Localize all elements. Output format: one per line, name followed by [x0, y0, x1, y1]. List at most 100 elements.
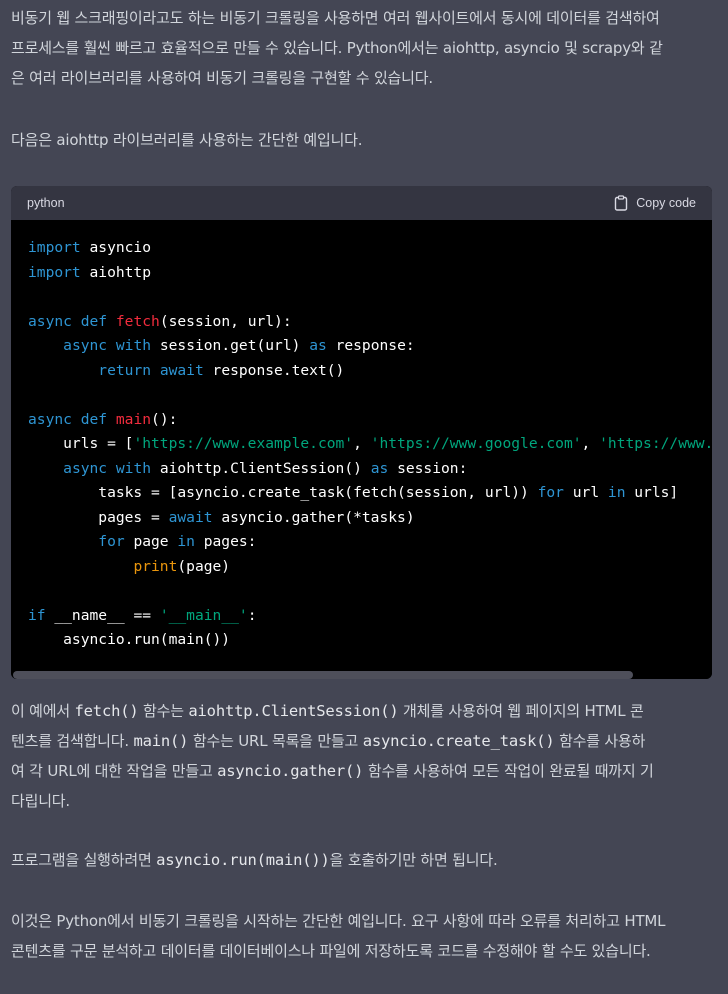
code-token: response:: [326, 337, 415, 354]
code-token: aiohttp.ClientSession(): [151, 459, 371, 477]
code-language-label: python: [27, 196, 65, 210]
intro-line: 비동기 웹 스크래핑이라고도 하는 비동기 크롤링을 사용하면 여러 웹사이트에…: [11, 9, 660, 27]
code-scrollbar-thumb[interactable]: [13, 671, 633, 679]
code-token: aiohttp: [80, 263, 152, 281]
code-header: python Copy code: [11, 186, 712, 220]
code-line: async with aiohttp.ClientSession() as se…: [28, 457, 467, 481]
code-token: session:: [388, 459, 468, 477]
code-token: fetch: [115, 312, 160, 330]
code-token: pages =: [28, 508, 169, 526]
code-line: urls = ['https://www.example.com', 'http…: [28, 432, 712, 456]
text-segment: 다립니다.: [11, 792, 70, 810]
inline-code: asyncio.create_task(): [362, 732, 555, 750]
code-token: def: [80, 312, 108, 330]
code-line: async with session.get(url) as response:: [28, 334, 415, 358]
closing-line: 이것은 Python에서 비동기 크롤링을 시작하는 간단한 예입니다. 요구 …: [11, 912, 666, 930]
text-segment: 텐츠를 검색합니다.: [11, 732, 134, 750]
code-token: page: [124, 533, 178, 550]
code-line: return await response.text(): [28, 359, 344, 383]
code-token: url: [563, 484, 608, 501]
copy-code-button[interactable]: Copy code: [614, 195, 696, 211]
code-token: import: [28, 239, 81, 256]
code-token: as: [370, 459, 389, 477]
explanation-paragraph: 이 예에서 fetch() 함수는 aiohttp.ClientSession(…: [11, 696, 717, 816]
run-note-line: 프로그램을 실행하려면 asyncio.run(main())을 호출하기만 하…: [11, 845, 717, 875]
code-token: async: [28, 312, 72, 330]
code-token: '__main__': [159, 606, 248, 624]
code-token: for: [98, 533, 125, 550]
text-segment: 프로그램을 실행하려면: [11, 851, 157, 869]
explanation-line: 이 예에서 fetch() 함수는 aiohttp.ClientSession(…: [11, 696, 717, 726]
closing-line: 콘텐츠를 구문 분석하고 데이터를 데이터베이스나 파일에 저장하도록 코드를 …: [11, 942, 651, 960]
explanation-line: 여 각 URL에 대한 작업을 만들고 asyncio.gather() 함수를…: [11, 756, 717, 786]
code-line: import asyncio: [28, 236, 151, 260]
code-token: print: [133, 557, 178, 575]
code-token: with: [115, 459, 152, 477]
code-token: ,: [353, 435, 371, 452]
code-token: :: [247, 606, 257, 624]
code-token: ():: [151, 410, 178, 428]
text-segment: 여 각 URL에 대한 작업을 만들고: [11, 762, 218, 780]
code-token: asyncio.gather(*tasks): [212, 508, 415, 526]
code-token: __name__ ==: [45, 606, 160, 624]
code-token: def: [80, 410, 108, 428]
inline-code: fetch(): [74, 702, 139, 720]
closing-paragraph: 이것은 Python에서 비동기 크롤링을 시작하는 간단한 예입니다. 요구 …: [11, 906, 717, 966]
code-token: async: [28, 410, 72, 428]
code-token: (session, url):: [159, 312, 292, 330]
code-line: if __name__ == '__main__':: [28, 604, 256, 628]
code-token: (page): [177, 557, 231, 575]
example-intro-text: 다음은 aiohttp 라이브러리를 사용하는 간단한 예입니다.: [11, 131, 363, 149]
code-token: tasks = [asyncio.create_task(fetch(sessi…: [28, 484, 538, 501]
code-line: pages = await asyncio.gather(*tasks): [28, 506, 415, 530]
code-line: for page in pages:: [28, 530, 256, 554]
code-token: await: [168, 508, 213, 526]
code-token: in: [177, 533, 195, 550]
code-token: async: [63, 459, 108, 477]
code-token: session.get(url): [151, 337, 310, 354]
code-token: in: [607, 484, 626, 501]
example-intro-paragraph: 다음은 aiohttp 라이브러리를 사용하는 간단한 예입니다.: [11, 125, 717, 155]
code-line: async def fetch(session, url):: [28, 310, 292, 334]
code-token: async: [63, 337, 108, 354]
inline-code: aiohttp.ClientSession(): [188, 702, 399, 720]
code-token: return: [98, 361, 152, 379]
code-line: async def main():: [28, 408, 177, 432]
intro-line: 은 여러 라이브러리를 사용하여 비동기 크롤링을 구현할 수 있습니다.: [11, 69, 433, 87]
code-token: asyncio: [80, 239, 152, 256]
code-token: response.text(): [203, 361, 345, 379]
code-token: as: [309, 337, 327, 354]
code-scrollbar[interactable]: [11, 671, 712, 679]
code-token: asyncio.run(main()): [28, 631, 231, 648]
copy-code-label: Copy code: [636, 196, 696, 210]
text-segment: 개체를 사용하여 웹 페이지의 HTML 콘: [398, 702, 644, 720]
code-token: await: [159, 361, 204, 379]
text-segment: 이 예에서: [11, 702, 75, 720]
code-content[interactable]: import asyncio import aiohttp async def fe…: [11, 220, 712, 671]
code-token: urls]: [625, 484, 679, 501]
code-block: python Copy code import asyncio import ai…: [11, 186, 712, 679]
code-token: ,: [581, 435, 600, 452]
text-segment: 을 호출하기만 하면 됩니다.: [329, 851, 498, 869]
text-segment: 함수는: [138, 702, 189, 720]
text-segment: 함수는 URL 목록을 만들고: [188, 732, 363, 750]
code-line: print(page): [28, 555, 230, 579]
intro-line: 프로세스를 훨씬 빠르고 효율적으로 만들 수 있습니다. Python에서는 …: [11, 39, 663, 57]
code-token: 'https://www.google.com': [370, 435, 582, 452]
inline-code: asyncio.run(main()): [156, 851, 330, 869]
inline-code: asyncio.gather(): [217, 762, 364, 780]
code-token: for: [537, 484, 564, 501]
code-token: with: [115, 337, 152, 354]
code-token: urls = [: [28, 435, 134, 452]
